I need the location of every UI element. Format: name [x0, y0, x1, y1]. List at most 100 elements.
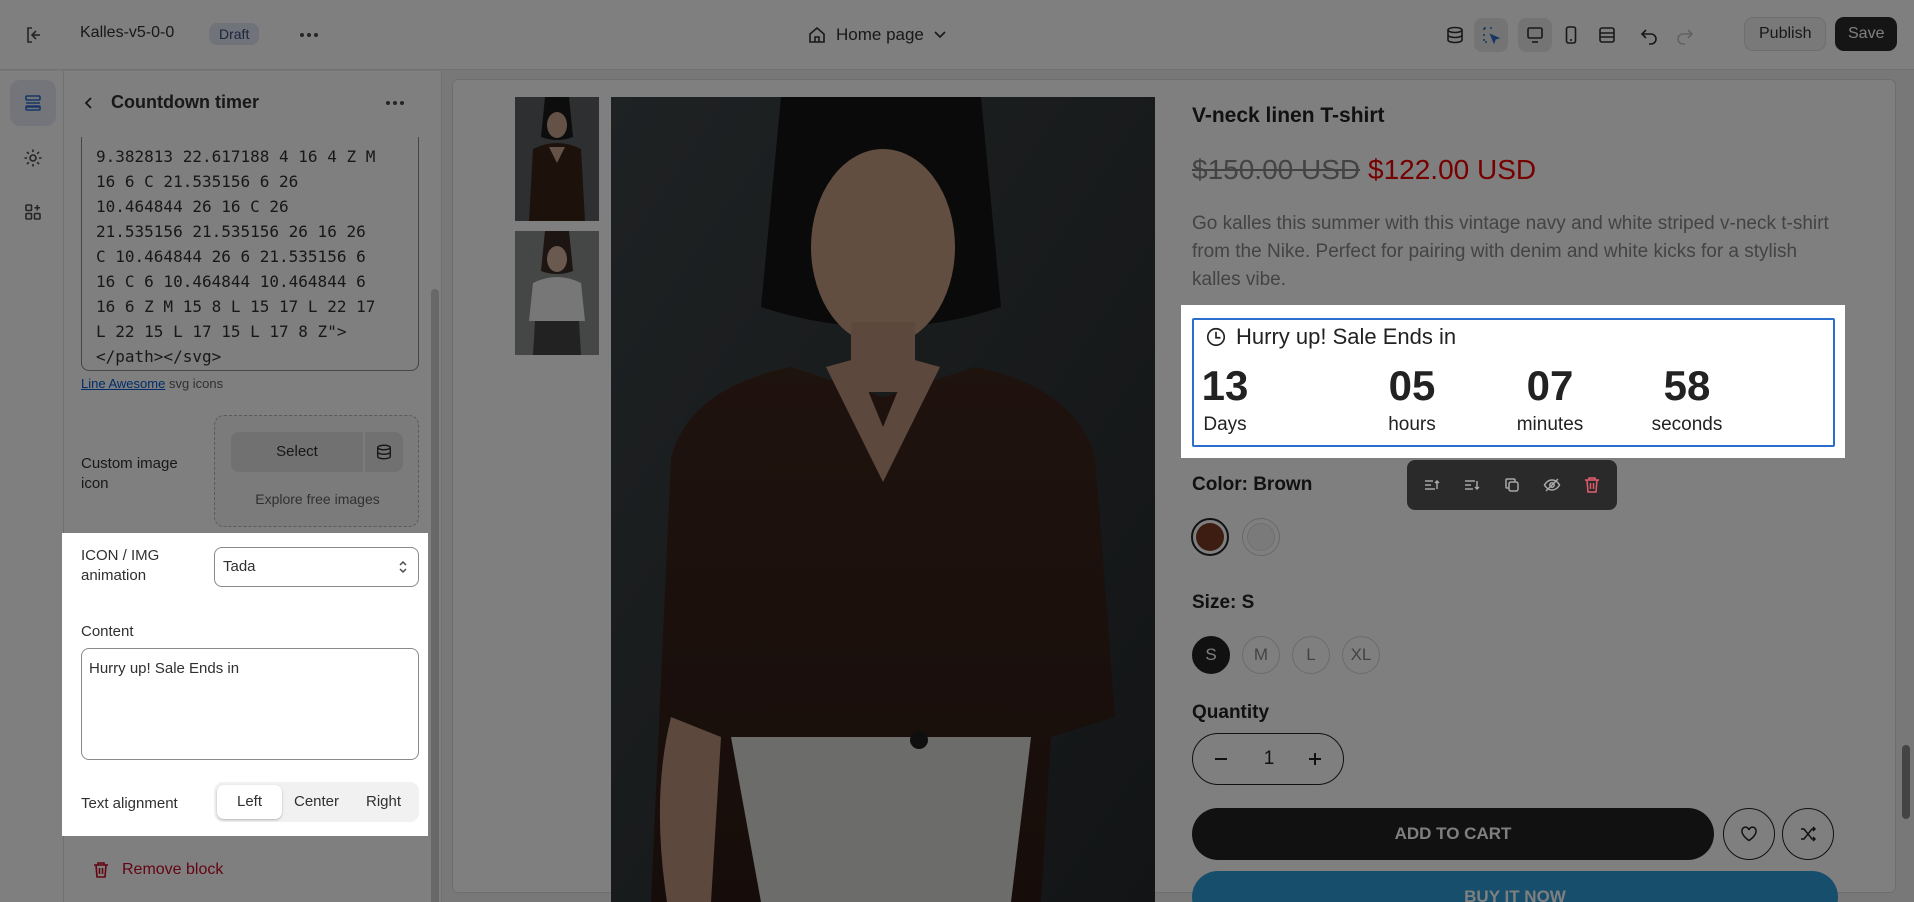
remove-block-label: Remove block [122, 861, 224, 878]
countdown-heading: Hurry up! Sale Ends in [1204, 324, 1456, 350]
fullscreen-icon[interactable] [1590, 18, 1624, 52]
custom-image-dropzone[interactable]: Select Explore free images [214, 415, 419, 527]
image-library-icon[interactable] [365, 432, 403, 472]
countdown-days-label: Days [1203, 414, 1247, 435]
mobile-icon[interactable] [1554, 18, 1588, 52]
compare-price: $150.00 USD [1192, 154, 1361, 185]
align-right-option[interactable]: Right [351, 785, 416, 819]
countdown-hours-label: hours [1388, 414, 1436, 435]
countdown-block[interactable]: Hurry up! Sale Ends in 13 Days 05 hours … [1181, 305, 1845, 458]
countdown-days: 13 Days [1170, 360, 1280, 436]
chevron-down-icon [934, 31, 946, 39]
product-thumbnail-2[interactable] [515, 231, 599, 355]
explore-images-link[interactable]: Explore free images [215, 491, 420, 507]
add-to-cart-button[interactable]: ADD TO CART [1192, 808, 1714, 860]
panel-scrollbar[interactable] [431, 289, 439, 902]
remove-block-button[interactable]: Remove block [92, 861, 223, 879]
shuffle-icon [1799, 825, 1817, 843]
content-textarea[interactable]: Hurry up! Sale Ends in [81, 648, 419, 760]
countdown-minutes-label: minutes [1516, 414, 1584, 435]
heart-icon [1740, 825, 1758, 843]
more-horizontal-icon[interactable] [382, 91, 408, 115]
quantity-label: Quantity [1192, 702, 1270, 723]
sale-price: $122.00 USD [1368, 154, 1537, 185]
custom-image-label: Custom image icon [81, 455, 178, 492]
svg-code-lines: 9.382813 22.617188 4 16 4 Z M 16 6 C 21.5… [96, 144, 404, 369]
buy-now-button[interactable]: BUY IT NOW [1192, 871, 1838, 902]
quantity-value[interactable]: 1 [1253, 748, 1285, 770]
countdown-days-value: 13 [1201, 362, 1249, 409]
svg-code-line: </path></svg> [96, 347, 222, 366]
duplicate-icon[interactable] [1498, 471, 1526, 499]
product-main-image[interactable] [611, 97, 1155, 902]
quantity-stepper: 1 [1192, 733, 1344, 785]
move-down-icon[interactable] [1458, 471, 1486, 499]
desktop-icon[interactable] [1518, 18, 1552, 52]
save-button[interactable]: Save [1835, 17, 1898, 51]
panel-title: Countdown timer [111, 92, 259, 112]
undo-icon[interactable] [1632, 18, 1666, 52]
delete-icon[interactable] [1578, 471, 1606, 499]
text-alignment-label: Text alignment [81, 795, 178, 812]
database-icon[interactable] [1438, 18, 1472, 52]
countdown-hours-value: 05 [1388, 362, 1436, 409]
svg-code-line: 9.382813 22.617188 4 16 4 Z M [96, 147, 376, 166]
icon-help-suffix: svg icons [168, 376, 224, 391]
color-swatch-brown[interactable] [1191, 518, 1229, 556]
size-option-xl[interactable]: XL [1342, 636, 1380, 674]
preview-scrollbar[interactable] [1902, 745, 1910, 819]
product-title: V-neck linen T-shirt [1192, 104, 1385, 127]
size-option-s[interactable]: S [1192, 636, 1230, 674]
wishlist-button[interactable] [1723, 808, 1775, 860]
animation-select[interactable]: Tada [214, 547, 419, 587]
svg-code-line: 21.535156 21.535156 26 16 26 [96, 222, 366, 241]
hide-icon[interactable] [1538, 471, 1566, 499]
select-image-button[interactable]: Select [231, 432, 363, 472]
icon-help-text: Line Awesome svg icons [81, 376, 223, 391]
inspector-icon[interactable] [1474, 18, 1508, 52]
page-selector[interactable]: Home page [808, 20, 946, 50]
product-thumbnail-1[interactable] [515, 97, 599, 221]
trash-icon [92, 861, 110, 879]
size-option-m[interactable]: M [1242, 636, 1280, 674]
panel-header: Countdown timer [64, 71, 441, 135]
redo-icon[interactable] [1668, 18, 1702, 52]
plus-icon[interactable] [1303, 747, 1327, 771]
home-icon [808, 26, 826, 44]
select-chevron-icon [398, 559, 408, 575]
clock-icon [1204, 325, 1228, 349]
back-arrow-icon[interactable] [76, 90, 102, 116]
highlighted-settings-group-overlay: ICON / IMG animation Tada Content Hurry … [62, 533, 428, 836]
countdown-seconds-label: seconds [1651, 414, 1723, 435]
publish-button[interactable]: Publish [1744, 17, 1827, 51]
move-up-icon[interactable] [1418, 471, 1446, 499]
svg-code-line: C 10.464844 26 6 21.535156 6 [96, 247, 366, 266]
animation-value: Tada [223, 558, 256, 575]
animation-label: ICON / IMG animation [81, 547, 160, 584]
countdown-minutes: 07 minutes [1495, 360, 1605, 436]
align-center-option[interactable]: Center [284, 785, 349, 819]
size-label: Size: S [1192, 592, 1255, 613]
svg-icon-code-field[interactable]: 9.382813 22.617188 4 16 4 Z M 16 6 C 21.5… [81, 137, 419, 371]
text-alignment-control: Left Center Right [214, 782, 419, 822]
block-toolbar [1407, 460, 1617, 510]
compare-button[interactable] [1782, 808, 1834, 860]
minus-icon[interactable] [1209, 747, 1233, 771]
countdown-minutes-value: 07 [1526, 362, 1574, 409]
sections-icon[interactable] [10, 80, 56, 126]
align-left-option[interactable]: Left [217, 785, 282, 819]
countdown-hours: 05 hours [1357, 360, 1467, 436]
color-swatch-white[interactable] [1242, 518, 1280, 556]
exit-icon[interactable] [20, 21, 48, 49]
color-label: Color: Brown [1192, 474, 1313, 495]
size-option-l[interactable]: L [1292, 636, 1330, 674]
more-horizontal-icon[interactable] [296, 23, 322, 47]
countdown-selection-outline: Hurry up! Sale Ends in 13 Days 05 hours … [1192, 318, 1835, 447]
countdown-seconds: 58 seconds [1632, 360, 1742, 436]
settings-icon[interactable] [10, 135, 56, 181]
svg-code-line: 16 6 Z M 15 8 L 15 17 L 22 17 [96, 297, 376, 316]
theme-name: Kalles-v5-0-0 [80, 24, 175, 41]
line-awesome-link[interactable]: Line Awesome [81, 376, 165, 391]
apps-icon[interactable] [10, 189, 56, 235]
editor-topbar: Kalles-v5-0-0 Draft Home page Publish Sa… [0, 0, 1914, 70]
